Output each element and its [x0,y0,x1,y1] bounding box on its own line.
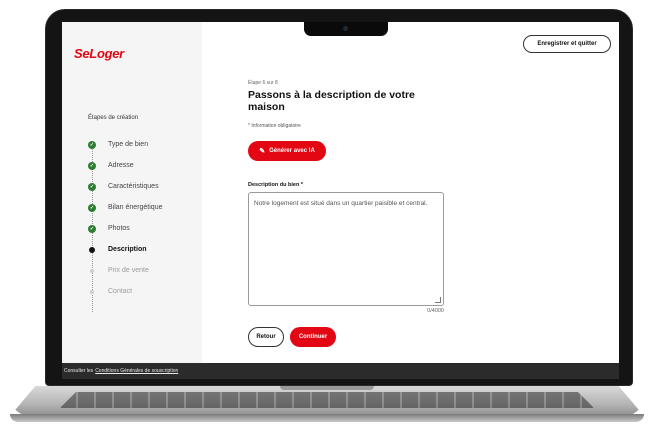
pencil-icon: ✎ [259,148,266,155]
step-label: Description [108,246,147,253]
check-icon [88,161,96,170]
step-type-de-bien[interactable]: Type de bien [88,134,198,155]
description-value: Notre logement est situé dans un quartie… [254,200,428,207]
steps-title: Étapes de création [88,115,139,121]
required-note: * Information obligatoire [248,123,301,129]
hinge-notch [280,386,374,390]
description-textarea[interactable]: Notre logement est situé dans un quartie… [248,192,444,306]
check-icon [88,182,96,191]
check-icon [88,224,96,233]
page-title: Passons à la description de votre maison [248,89,415,113]
step-label: Adresse [108,162,134,169]
step-description[interactable]: Description [88,239,198,260]
browser-screen: SeLoger Étapes de création Type de bien … [62,22,619,379]
terms-link[interactable]: Conditions Générales de souscription [95,368,178,374]
step-label: Bilan énergétique [108,204,163,211]
step-label: Photos [108,225,130,232]
step-label: Type de bien [108,141,149,148]
brand-logo[interactable]: SeLoger [74,46,124,61]
step-label: Contact [108,288,133,295]
step-caracteristiques[interactable]: Caractéristiques [88,176,198,197]
character-counter: 0/4000 [427,308,444,314]
laptop-base-edge [10,414,644,422]
resize-handle-icon[interactable] [435,297,441,303]
step-bilan-energetique[interactable]: Bilan énergétique [88,197,198,218]
check-icon [88,140,96,149]
ai-button-label: Générer avec IA [269,148,315,154]
footer-bar: Consulter les Conditions Générales de so… [62,363,619,379]
camera-icon [343,26,348,31]
sidebar: SeLoger Étapes de création Type de bien … [62,22,202,363]
description-label: Description du bien * [248,182,304,188]
steps-list: Type de bien Adresse Caractéristiques Bi… [88,134,198,312]
step-label: Prix de vente [108,267,149,274]
step-photos[interactable]: Photos [88,218,198,239]
footer-prefix: Consulter les [64,368,94,374]
continue-button[interactable]: Continuer [290,327,336,347]
step-contact: Contact [88,281,198,302]
current-step-dot-icon [89,246,95,253]
pending-step-dot-icon [90,268,94,273]
step-counter: Étape 6 sur 8 [248,80,278,86]
back-button[interactable]: Retour [248,327,284,347]
step-adresse[interactable]: Adresse [88,155,198,176]
camera-notch [304,22,388,36]
keyboard [60,392,594,408]
step-label: Caractéristiques [108,183,159,190]
step-prix-de-vente: Prix de vente [88,260,198,281]
check-icon [88,203,96,212]
laptop-frame: SeLoger Étapes de création Type de bien … [0,0,654,441]
save-and-quit-button[interactable]: Enregistrer et quitter [523,35,611,53]
pending-step-dot-icon [90,289,94,294]
generate-with-ai-button[interactable]: ✎ Générer avec IA [248,141,326,161]
